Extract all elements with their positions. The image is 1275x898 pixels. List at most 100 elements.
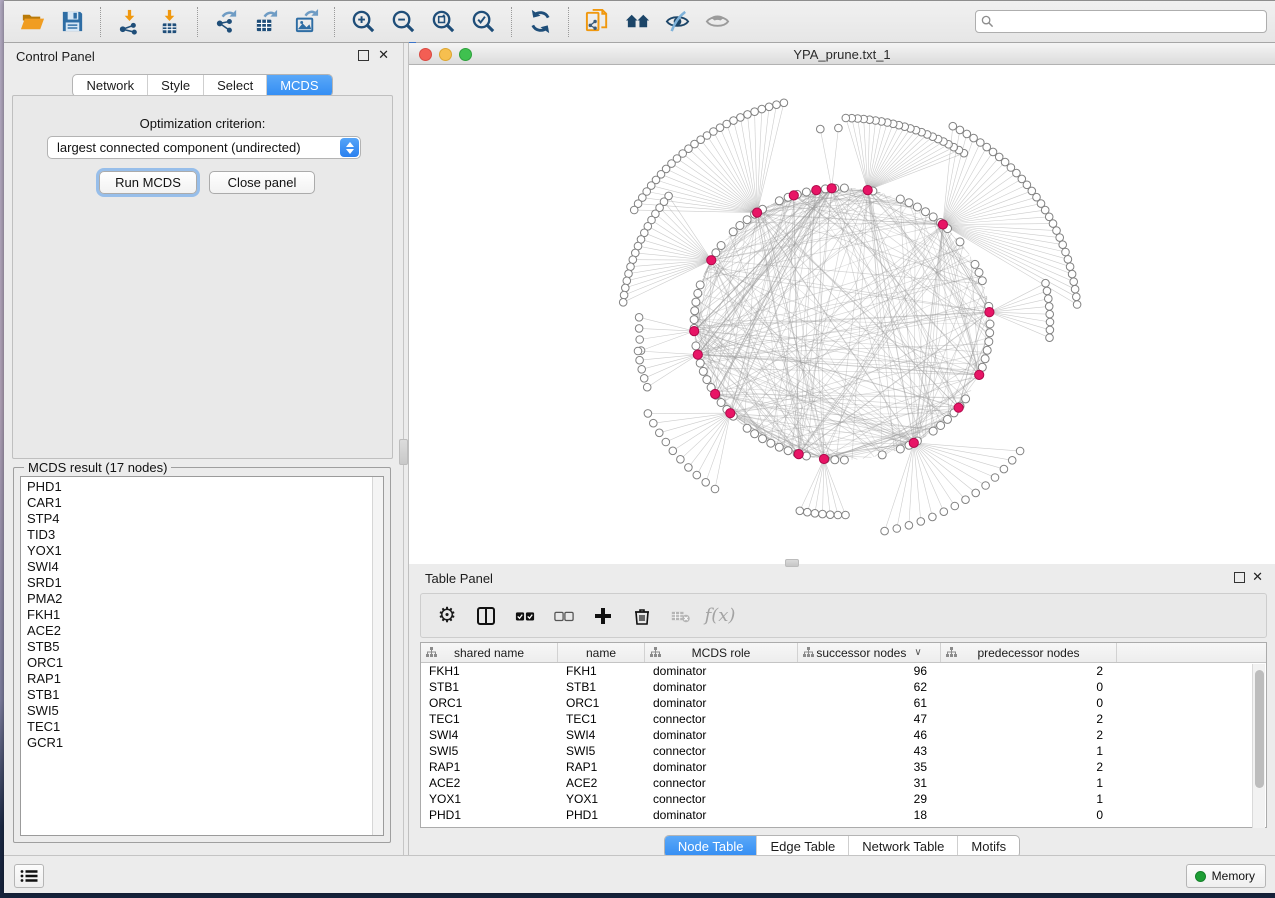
network-node[interactable] xyxy=(1043,287,1051,295)
network-node[interactable] xyxy=(630,206,638,214)
network-node[interactable] xyxy=(696,281,704,289)
close-panel-button[interactable]: Close panel xyxy=(209,171,315,194)
network-node[interactable] xyxy=(956,238,964,246)
table-row[interactable]: FKH1FKH1dominator962 xyxy=(421,663,1266,679)
table-row[interactable]: PHD1PHD1dominator180 xyxy=(421,807,1266,823)
search-box[interactable] xyxy=(975,10,1267,33)
network-node[interactable] xyxy=(644,410,652,418)
network-node[interactable] xyxy=(905,199,913,207)
tab-network[interactable]: Network xyxy=(73,75,147,96)
network-node[interactable] xyxy=(1046,310,1054,318)
network-node[interactable] xyxy=(842,511,850,519)
network-node[interactable] xyxy=(1046,326,1054,334)
network-node[interactable] xyxy=(669,447,677,455)
zoom-fit-button[interactable] xyxy=(423,5,463,39)
network-node[interactable] xyxy=(1070,278,1078,286)
network-node[interactable] xyxy=(917,518,925,526)
network-node[interactable] xyxy=(650,419,658,427)
mcds-result-item[interactable]: TID3 xyxy=(27,527,383,543)
refresh-view-button[interactable] xyxy=(520,5,560,39)
network-node[interactable] xyxy=(970,134,978,142)
save-session-button[interactable] xyxy=(52,5,92,39)
network-node[interactable] xyxy=(835,124,843,132)
network-node[interactable] xyxy=(878,451,886,459)
float-window-icon[interactable] xyxy=(1234,572,1245,583)
network-node[interactable] xyxy=(802,188,810,196)
hide-eye-button[interactable] xyxy=(657,5,697,39)
select-all-rows-button[interactable] xyxy=(513,604,537,628)
network-node[interactable] xyxy=(635,325,643,333)
table-row[interactable]: YOX1YOX1connector291 xyxy=(421,791,1266,807)
network-node[interactable] xyxy=(751,108,759,116)
network-node[interactable] xyxy=(962,496,970,504)
network-node[interactable] xyxy=(638,366,646,374)
mcds-result-item[interactable]: TEC1 xyxy=(27,719,383,735)
network-node[interactable] xyxy=(804,508,812,516)
mcds-result-item[interactable]: FKH1 xyxy=(27,607,383,623)
mcds-node[interactable] xyxy=(985,308,994,317)
network-node[interactable] xyxy=(937,422,945,430)
network-node[interactable] xyxy=(991,474,999,482)
tab-edge-table[interactable]: Edge Table xyxy=(756,836,848,857)
tab-mcds[interactable]: MCDS xyxy=(266,75,331,96)
network-node[interactable] xyxy=(693,471,701,479)
network-node[interactable] xyxy=(1045,295,1053,303)
network-node[interactable] xyxy=(1073,293,1081,301)
share-document-button[interactable] xyxy=(577,5,617,39)
tab-select[interactable]: Select xyxy=(203,75,266,96)
network-node[interactable] xyxy=(893,525,901,533)
memory-button[interactable]: Memory xyxy=(1186,864,1266,888)
import-network-button[interactable] xyxy=(109,5,149,39)
network-node[interactable] xyxy=(881,527,889,535)
network-node[interactable] xyxy=(711,485,719,493)
table-scrollbar-thumb[interactable] xyxy=(1255,670,1264,788)
close-panel-icon[interactable]: ✕ xyxy=(1252,570,1263,584)
network-node[interactable] xyxy=(962,395,970,403)
network-node[interactable] xyxy=(625,270,633,278)
mcds-result-item[interactable]: STP4 xyxy=(27,511,383,527)
network-node[interactable] xyxy=(640,375,648,383)
network-node[interactable] xyxy=(1016,447,1024,455)
tab-motifs[interactable]: Motifs xyxy=(957,836,1019,857)
network-node[interactable] xyxy=(1045,303,1053,311)
network-node[interactable] xyxy=(1073,301,1081,309)
network-node[interactable] xyxy=(1000,465,1008,473)
table-row[interactable]: ACE2ACE2connector311 xyxy=(421,775,1266,791)
network-node[interactable] xyxy=(696,359,704,367)
task-history-button[interactable] xyxy=(14,864,44,888)
network-node[interactable] xyxy=(971,260,979,268)
table-scrollbar[interactable] xyxy=(1252,664,1265,828)
run-mcds-button[interactable]: Run MCDS xyxy=(99,171,197,194)
export-table-button[interactable] xyxy=(246,5,286,39)
mcds-result-list[interactable]: PHD1CAR1STP4TID3YOX1SWI4SRD1PMA2FKH1ACE2… xyxy=(20,476,384,836)
network-node[interactable] xyxy=(1008,457,1016,465)
function-builder-button[interactable]: f(x) xyxy=(708,604,732,628)
network-node[interactable] xyxy=(717,399,725,407)
network-node[interactable] xyxy=(826,511,834,519)
network-node[interactable] xyxy=(691,307,699,315)
network-node[interactable] xyxy=(1046,334,1054,342)
network-node[interactable] xyxy=(775,197,783,205)
network-node[interactable] xyxy=(1062,248,1070,256)
network-node[interactable] xyxy=(1071,285,1079,293)
network-node[interactable] xyxy=(963,130,971,138)
mcds-node[interactable] xyxy=(789,191,798,200)
table-row[interactable]: SWI4SWI4dominator462 xyxy=(421,727,1266,743)
network-node[interactable] xyxy=(751,430,759,438)
show-columns-button[interactable] xyxy=(474,604,498,628)
mcds-result-item[interactable]: PMA2 xyxy=(27,591,383,607)
table-row[interactable]: RAP1RAP1dominator352 xyxy=(421,759,1266,775)
network-node[interactable] xyxy=(1053,227,1061,235)
network-node[interactable] xyxy=(780,99,788,107)
network-node[interactable] xyxy=(623,277,631,285)
network-node[interactable] xyxy=(703,376,711,384)
network-node[interactable] xyxy=(951,502,959,510)
network-node[interactable] xyxy=(767,439,775,447)
column-header-predecessor-nodes[interactable]: predecessor nodes xyxy=(941,643,1117,662)
network-node[interactable] xyxy=(702,479,710,487)
mcds-list-scrollbar[interactable] xyxy=(372,477,383,835)
network-node[interactable] xyxy=(834,511,842,519)
mcds-node[interactable] xyxy=(711,389,720,398)
network-node[interactable] xyxy=(1064,256,1072,264)
zoom-out-button[interactable] xyxy=(383,5,423,39)
